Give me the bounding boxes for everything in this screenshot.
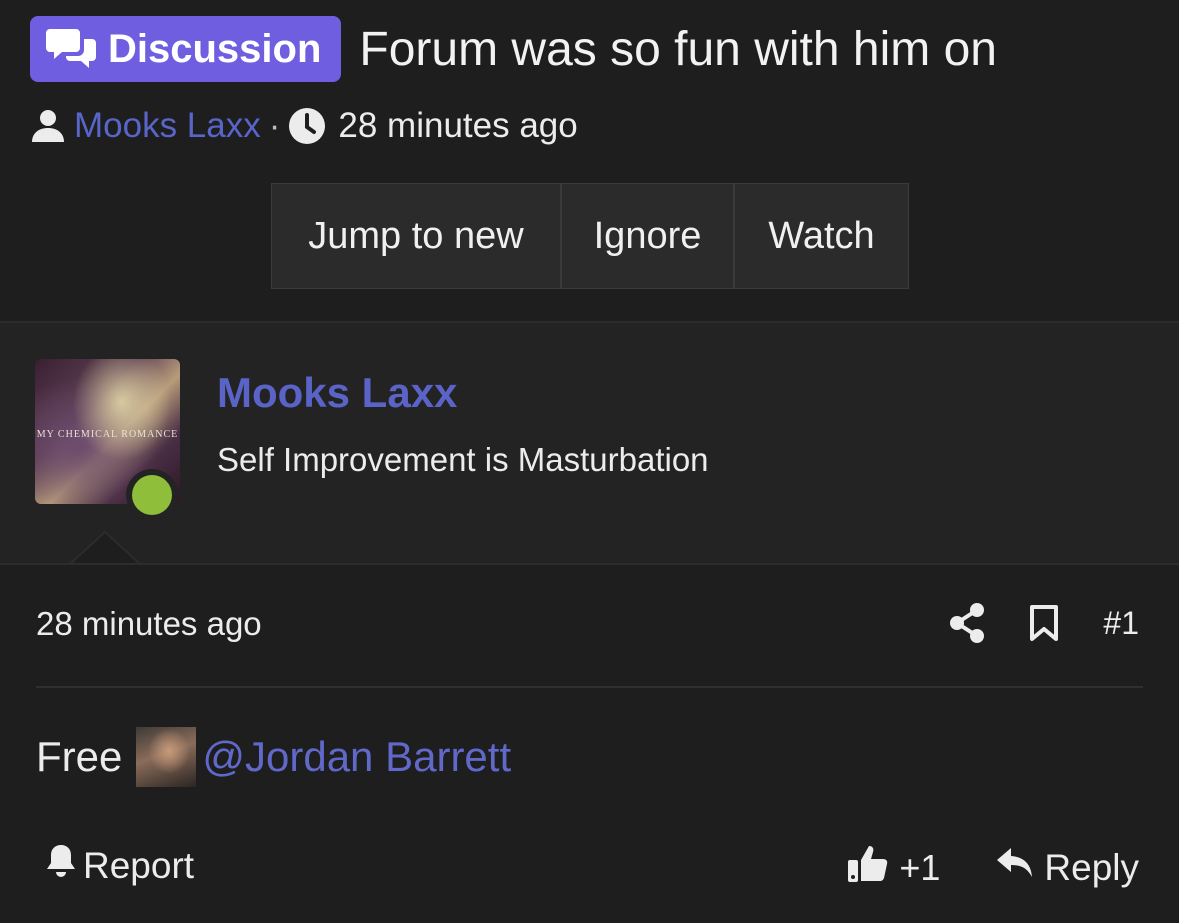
bookmark-icon[interactable] (1029, 604, 1059, 642)
reply-label: Reply (1044, 846, 1139, 888)
comments-icon (46, 27, 96, 71)
divider (36, 686, 1143, 688)
online-status-indicator (126, 469, 178, 521)
post-actions: #1 (949, 603, 1139, 643)
post-username-link[interactable]: Mooks Laxx (217, 369, 457, 417)
thread-meta: Mooks Laxx · 28 minutes ago (30, 106, 578, 146)
thread-action-group: Jump to new Ignore Watch (271, 183, 909, 289)
thread-author-link[interactable]: Mooks Laxx (74, 106, 261, 146)
post-number-link[interactable]: #1 (1103, 605, 1139, 642)
divider (0, 563, 1179, 565)
post-footer-actions: +1 Reply (847, 843, 1139, 892)
report-label: Report (83, 844, 195, 886)
thread-title-row: Discussion Forum was so fun with him on (30, 16, 997, 82)
like-button[interactable]: +1 (847, 843, 940, 892)
thread-page: Discussion Forum was so fun with him on … (0, 0, 1179, 923)
prefix-label: Discussion (108, 26, 322, 71)
thread-time[interactable]: 28 minutes ago (338, 106, 577, 146)
user-title: Self Improvement is Masturbation (217, 441, 709, 478)
message-arrow (70, 531, 140, 565)
post-user-block: MY CHEMICAL ROMANCE Mooks Laxx Self Impr… (0, 323, 1179, 563)
meta-separator: · (268, 106, 281, 145)
reply-button[interactable]: Reply (996, 846, 1139, 889)
reaction-count: +1 (899, 846, 941, 888)
avatar-caption: MY CHEMICAL ROMANCE (36, 429, 179, 440)
mention-avatar (136, 727, 197, 787)
ignore-button[interactable]: Ignore (562, 184, 735, 288)
reply-icon (996, 846, 1034, 889)
report-button[interactable]: Report (45, 843, 194, 888)
watch-button[interactable]: Watch (735, 184, 908, 288)
thread-title: Forum was so fun with him on (359, 22, 997, 76)
post-time[interactable]: 28 minutes ago (36, 605, 262, 643)
post-text: Free (36, 733, 123, 780)
user-mention-link[interactable]: @Jordan Barrett (202, 733, 511, 781)
share-icon[interactable] (949, 603, 985, 643)
thumbs-up-icon (847, 843, 889, 892)
discussion-prefix-badge[interactable]: Discussion (30, 16, 342, 82)
user-icon (30, 108, 66, 144)
jump-to-new-button[interactable]: Jump to new (272, 184, 562, 288)
bell-icon (45, 843, 77, 888)
clock-icon (288, 107, 326, 145)
post-body: Free @Jordan Barrett (36, 727, 511, 787)
